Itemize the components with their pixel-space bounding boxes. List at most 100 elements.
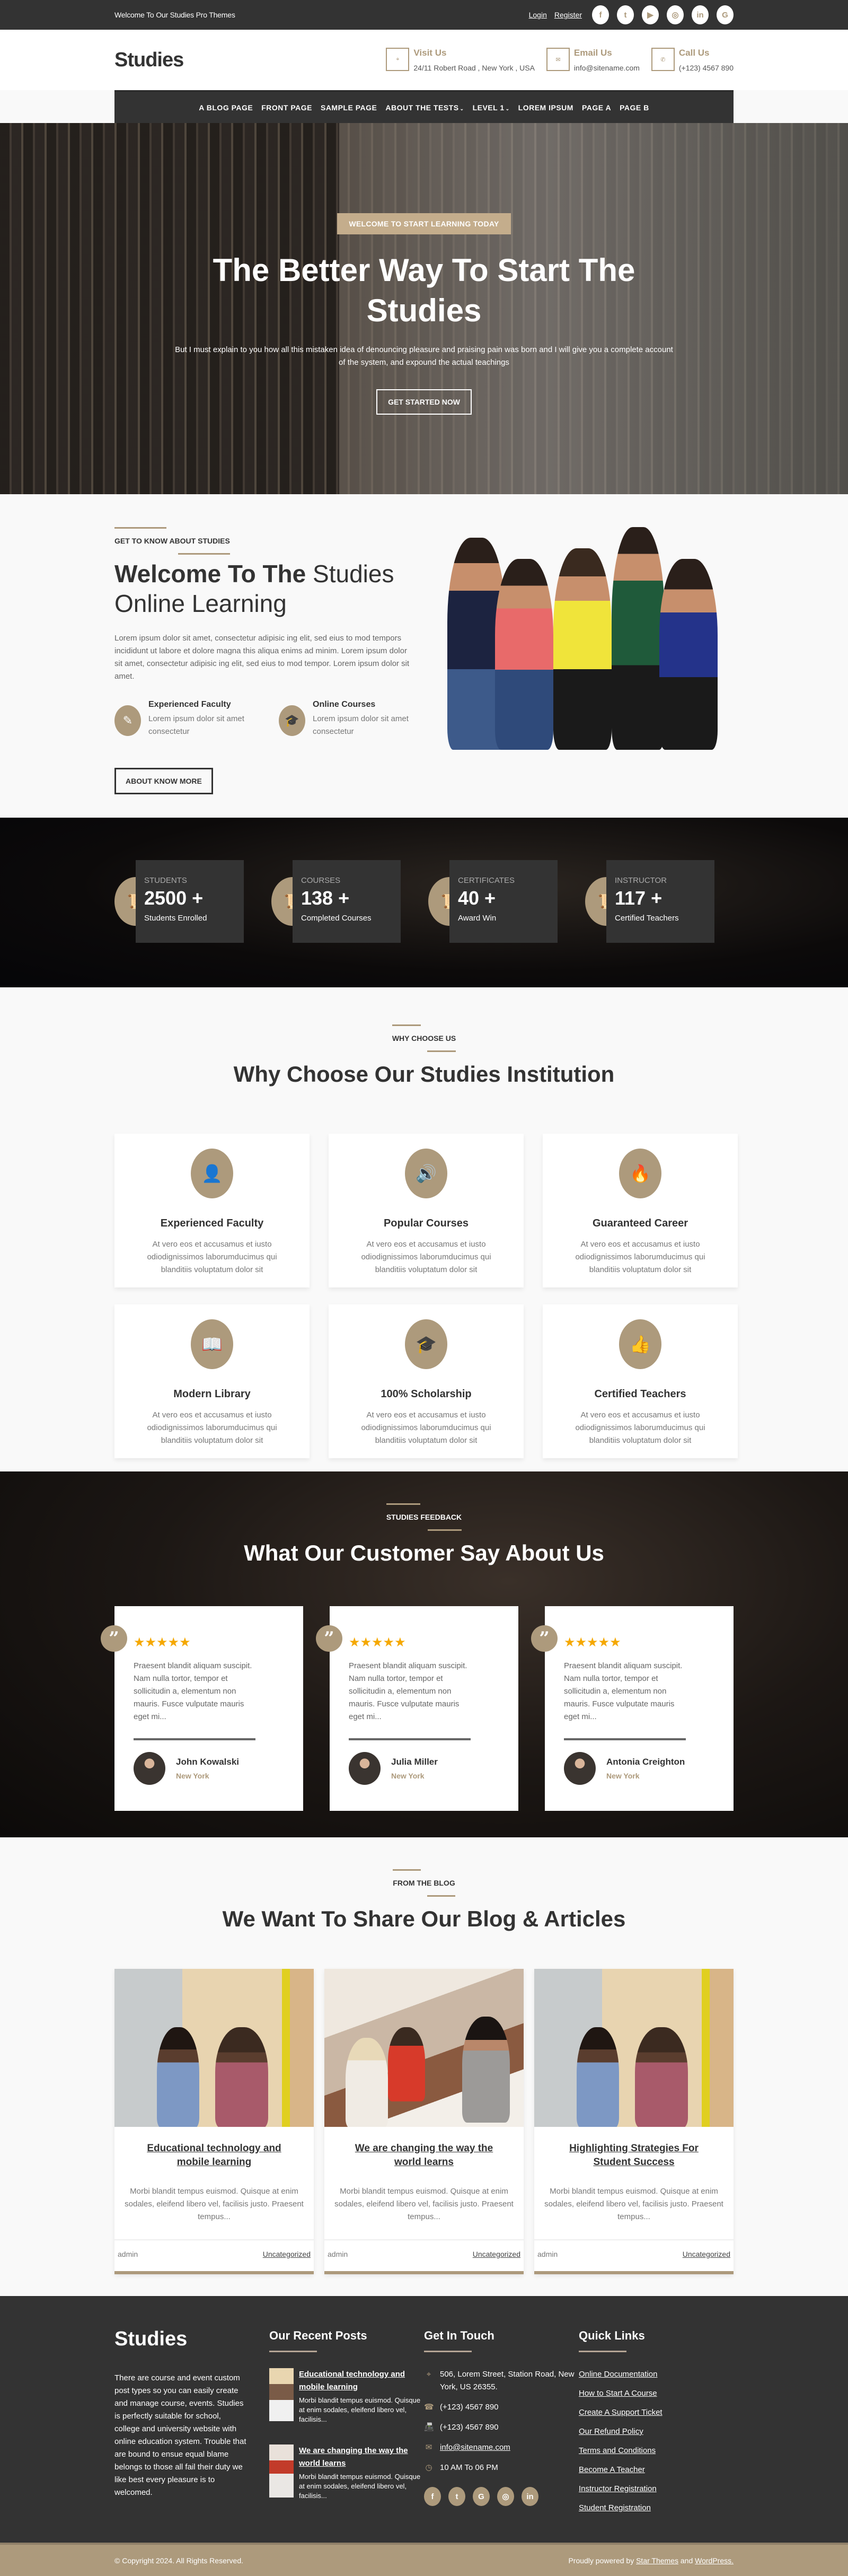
- phone-icon: ✆: [651, 48, 675, 71]
- twitter-icon[interactable]: t: [617, 5, 634, 24]
- quick-link[interactable]: How to Start A Course: [579, 2387, 734, 2400]
- blog-image[interactable]: [534, 1969, 734, 2127]
- nav-label: ABOUT THE TESTS: [385, 103, 459, 112]
- get-started-button[interactable]: GET STARTED NOW: [376, 389, 472, 415]
- nav-item-page-a[interactable]: PAGE A: [582, 103, 611, 112]
- blog-category-link[interactable]: Uncategorized: [683, 2250, 730, 2258]
- wordpress-link[interactable]: WordPress.: [695, 2556, 734, 2565]
- quick-link[interactable]: Instructor Registration: [579, 2483, 734, 2495]
- footer-fax: (+123) 4567 890: [440, 2423, 499, 2432]
- about-title: Welcome To The Studies Online Learning: [114, 559, 417, 618]
- footer-heading: Get In Touch: [424, 2329, 579, 2352]
- quick-link[interactable]: Terms and Conditions: [579, 2444, 734, 2457]
- divider: [564, 1738, 686, 1740]
- blog-post-title[interactable]: We are changing the way the world learns: [344, 2142, 504, 2169]
- quick-link[interactable]: Create A Support Ticket: [579, 2406, 734, 2419]
- instagram-icon[interactable]: ◎: [667, 5, 684, 24]
- instagram-icon[interactable]: ◎: [497, 2487, 514, 2506]
- hero-text: But I must explain to you how all this m…: [175, 345, 673, 367]
- google-icon[interactable]: G: [473, 2487, 490, 2506]
- card-title: 100% Scholarship: [381, 1388, 472, 1400]
- stat-value: 138 +: [301, 887, 350, 909]
- footer-address: 506, Lorem Street, Station Road, New Yor…: [440, 2370, 575, 2391]
- nav-item-lorem-ipsum[interactable]: LOREM IPSUM: [518, 103, 573, 112]
- contact-visit: ⌖ Visit Us 24/11 Robert Road , New York ,…: [386, 48, 535, 72]
- nav-item-sample-page[interactable]: SAMPLE PAGE: [321, 103, 377, 112]
- quick-link[interactable]: Our Refund Policy: [579, 2425, 734, 2438]
- quick-link[interactable]: Student Registration: [579, 2502, 734, 2514]
- footer-hours: 10 AM To 06 PM: [440, 2463, 498, 2472]
- nav-label: PAGE B: [620, 103, 649, 112]
- card-text: At vero eos et accusamus et iusto odiodi…: [361, 1410, 491, 1445]
- divider: [134, 1738, 255, 1740]
- nav-label: PAGE A: [581, 103, 612, 112]
- main-nav: A BLOG PAGE FRONT PAGE SAMPLE PAGE ABOUT…: [114, 90, 734, 123]
- site-header: Studies ⌖ Visit Us 24/11 Robert Road , Ne…: [0, 30, 848, 90]
- nav-item-front-page[interactable]: FRONT PAGE: [261, 103, 312, 112]
- clock-icon: ◷: [425, 2463, 432, 2472]
- quick-link[interactable]: Online Documentation: [579, 2368, 734, 2381]
- blog-title: We Want To Share Our Blog & Articles: [222, 1906, 626, 1931]
- envelope-icon: ✉: [425, 2443, 432, 2452]
- top-bar: Welcome To Our Studies Pro Themes Login …: [0, 0, 848, 30]
- twitter-icon[interactable]: t: [448, 2487, 465, 2506]
- map-pin-icon: ⌖: [386, 48, 410, 71]
- linkedin-icon[interactable]: in: [522, 2487, 538, 2506]
- blog-author: admin: [118, 2250, 138, 2258]
- youtube-icon[interactable]: ▶: [642, 5, 659, 24]
- blog-category-link[interactable]: Uncategorized: [473, 2250, 520, 2258]
- card-text: At vero eos et accusamus et iusto odiodi…: [147, 1240, 277, 1274]
- blog-image[interactable]: [324, 1969, 524, 2127]
- google-icon[interactable]: G: [717, 5, 734, 24]
- recent-post-title[interactable]: Educational technology and mobile learni…: [299, 2370, 405, 2391]
- nav-item-page-b[interactable]: PAGE B: [620, 103, 649, 112]
- pencil-icon: ✎: [114, 705, 141, 736]
- footer-heading: Quick Links: [579, 2329, 734, 2352]
- about-feature: ✎ Experienced Faculty Lorem ipsum dolor s…: [114, 700, 252, 738]
- card-title: Popular Courses: [383, 1217, 469, 1229]
- facebook-icon[interactable]: f: [592, 5, 609, 24]
- recent-post-thumbnail[interactable]: [269, 2444, 294, 2498]
- quote-icon: ”: [316, 1625, 342, 1652]
- envelope-icon: ✉: [546, 48, 570, 71]
- footer-logo: Studies: [114, 2328, 188, 2350]
- star-themes-link[interactable]: Star Themes: [636, 2556, 678, 2565]
- site-logo[interactable]: Studies: [114, 49, 184, 72]
- nav-item-about-the-tests[interactable]: ABOUT THE TESTS ⌄: [385, 103, 464, 112]
- feedback-eyebrow: STUDIES FEEDBACK: [386, 1503, 462, 1531]
- feature-text: Lorem ipsum dolor sit amet consectetur: [148, 714, 244, 736]
- footer-email-link[interactable]: info@sitename.com: [440, 2441, 510, 2454]
- about-description: Lorem ipsum dolor sit amet, consectetur …: [114, 634, 410, 681]
- nav-item-level-1[interactable]: LEVEL 1 ⌄: [473, 103, 510, 112]
- footer-about-text: There are course and event custom post t…: [114, 2373, 246, 2497]
- quick-link[interactable]: Become A Teacher: [579, 2464, 734, 2476]
- blog-post-title[interactable]: Highlighting Strategies For Student Succ…: [554, 2142, 713, 2169]
- login-link[interactable]: Login: [529, 11, 547, 19]
- contact-title: Email Us: [573, 48, 612, 58]
- nav-item-blog-page[interactable]: A BLOG PAGE: [199, 103, 253, 112]
- blog-post-excerpt: Morbi blandit tempus euismod. Quisque at…: [125, 2187, 304, 2221]
- reader-book-icon: 📖: [191, 1319, 233, 1369]
- linkedin-icon[interactable]: in: [692, 5, 709, 24]
- footer-heading: Our Recent Posts: [269, 2329, 424, 2352]
- star-rating: ★★★★★: [564, 1635, 621, 1650]
- avatar: [134, 1752, 165, 1785]
- about-know-more-button[interactable]: ABOUT KNOW MORE: [114, 768, 213, 794]
- card-text: At vero eos et accusamus et iusto odiodi…: [361, 1240, 491, 1274]
- blog-card: Educational technology and mobile learni…: [114, 1969, 314, 2274]
- stat-value: 117 +: [615, 887, 662, 909]
- why-title: Why Choose Our Studies Institution: [233, 1062, 615, 1087]
- recent-post: Educational technology and mobile learni…: [269, 2368, 424, 2424]
- blog-post-title[interactable]: Educational technology and mobile learni…: [135, 2142, 294, 2169]
- blog-image[interactable]: [114, 1969, 314, 2127]
- facebook-icon[interactable]: f: [424, 2487, 441, 2506]
- recent-post-title[interactable]: We are changing the way the world learns: [299, 2446, 408, 2468]
- recent-post-thumbnail[interactable]: [269, 2368, 294, 2421]
- testimonial-name: John Kowalski: [176, 1757, 240, 1767]
- powered-prefix: Proudly powered by: [568, 2556, 634, 2565]
- blog-category-link[interactable]: Uncategorized: [263, 2250, 311, 2258]
- blog-author: admin: [537, 2250, 558, 2258]
- register-link[interactable]: Register: [554, 11, 582, 19]
- contact-value: (+123) 4567 890: [678, 64, 734, 72]
- testimonial-name: Julia Miller: [391, 1757, 438, 1767]
